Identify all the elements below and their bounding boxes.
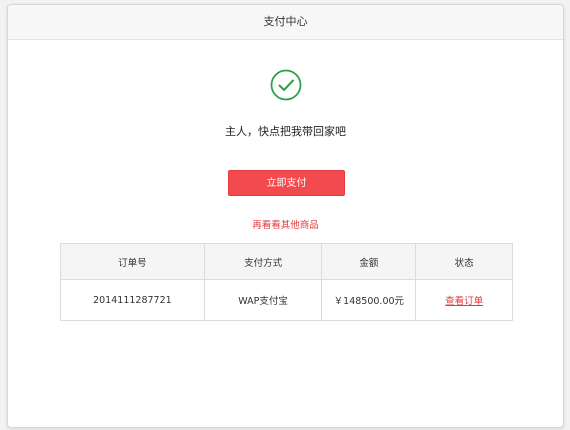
check-circle-icon — [270, 69, 302, 101]
screenshot-frame: 支付中心 主人，快点把我带回家吧 立即支付 再看看其他商品 订单号 支付方式 金… — [0, 0, 570, 430]
column-header-amount: 金额 — [321, 243, 417, 280]
nav-bar: 支付中心 — [8, 5, 563, 40]
pay-now-button[interactable]: 立即支付 — [228, 170, 345, 196]
page-title: 支付中心 — [263, 15, 308, 28]
table-header-row: 订单号 支付方式 金额 状态 — [60, 243, 513, 280]
column-header-payment-method: 支付方式 — [203, 243, 323, 280]
status-cell: 查看订单 — [415, 279, 513, 321]
order-table: 订单号 支付方式 金额 状态 2014111287721 WAP支付宝 ￥148… — [60, 243, 513, 321]
success-message: 主人，快点把我带回家吧 — [225, 125, 346, 138]
table-row: 2014111287721 WAP支付宝 ￥148500.00元 查看订单 — [60, 279, 513, 321]
view-order-link[interactable]: 查看订单 — [445, 296, 483, 307]
column-header-order-no: 订单号 — [60, 243, 205, 280]
payment-method-cell: WAP支付宝 — [203, 279, 323, 321]
browse-more-link[interactable]: 再看看其他商品 — [8, 217, 563, 231]
amount-cell: ￥148500.00元 — [321, 279, 417, 321]
payment-window: 支付中心 主人，快点把我带回家吧 立即支付 再看看其他商品 订单号 支付方式 金… — [7, 4, 564, 428]
order-number-cell: 2014111287721 — [60, 279, 205, 321]
column-header-status: 状态 — [415, 243, 513, 280]
